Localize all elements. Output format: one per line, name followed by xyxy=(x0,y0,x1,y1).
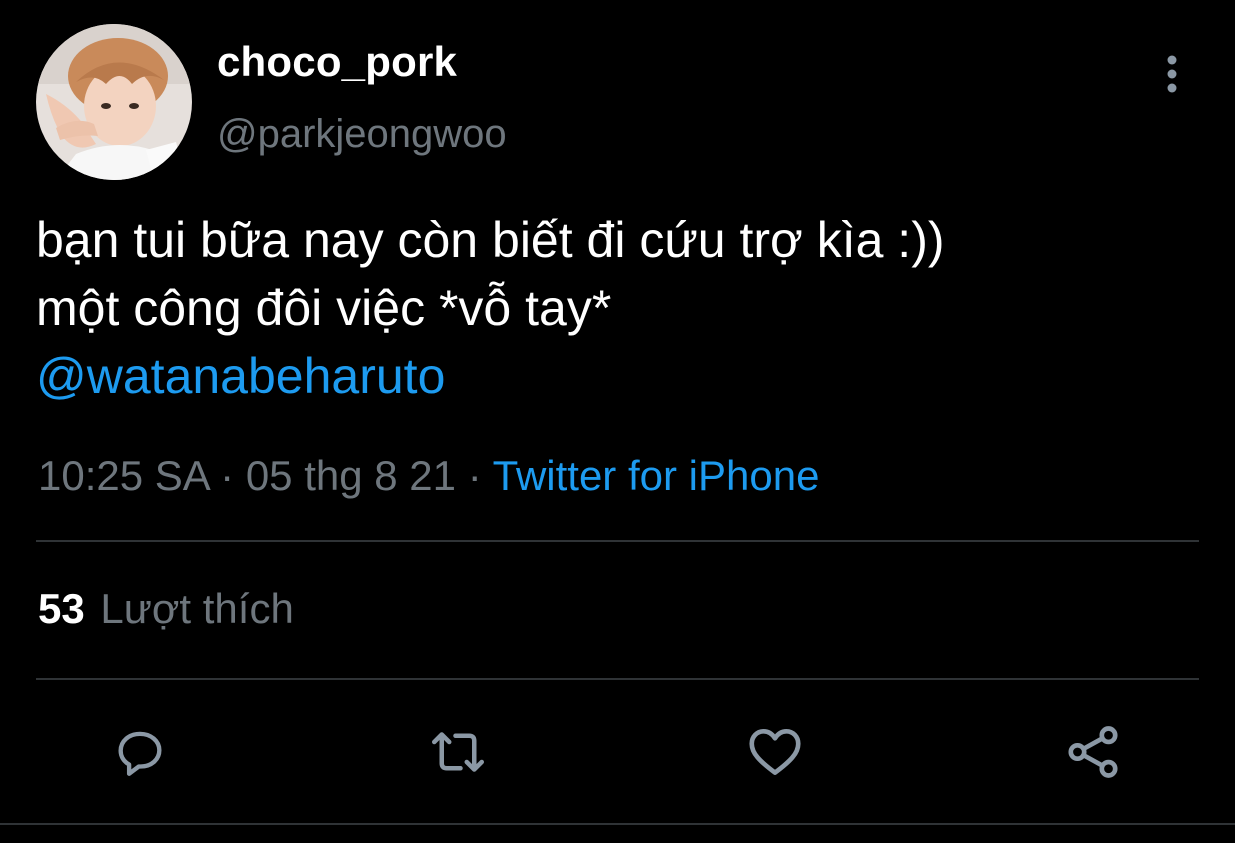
more-options-button[interactable] xyxy=(1150,52,1194,96)
more-vertical-icon xyxy=(1167,55,1177,93)
reply-icon xyxy=(118,731,162,776)
tweet-date[interactable]: 05 thg 8 21 xyxy=(246,452,456,499)
tweet-text-line: bạn tui bữa nay còn biết đi cứu trợ kìa … xyxy=(36,212,945,268)
meta-separator: · xyxy=(467,452,482,499)
retweet-button[interactable] xyxy=(426,720,490,784)
bottom-divider xyxy=(0,823,1235,825)
share-button[interactable] xyxy=(1061,720,1125,784)
likes-count: 53 xyxy=(38,585,85,632)
heart-icon xyxy=(749,729,801,775)
avatar[interactable] xyxy=(36,24,192,180)
tweet-source-link[interactable]: Twitter for iPhone xyxy=(493,452,820,499)
tweet-time[interactable]: 10:25 SA xyxy=(38,452,208,499)
meta-separator: · xyxy=(220,452,235,499)
reply-button[interactable] xyxy=(108,720,172,784)
divider xyxy=(36,540,1199,542)
author-handle[interactable]: @parkjeongwoo xyxy=(217,112,507,157)
likes-label: Lượt thích xyxy=(100,585,294,632)
tweet-metadata: 10:25 SA · 05 thg 8 21 · Twitter for iPh… xyxy=(38,452,819,500)
retweet-icon xyxy=(432,732,484,772)
tweet-text: bạn tui bữa nay còn biết đi cứu trợ kìa … xyxy=(36,206,1196,410)
avatar-photo xyxy=(36,24,192,180)
divider xyxy=(36,678,1199,680)
likes-count-link[interactable]: 53 Lượt thích xyxy=(38,585,294,633)
tweet-text-line: một công đôi việc *vỗ tay* xyxy=(36,280,612,336)
mention-link[interactable]: @watanabeharuto xyxy=(36,342,1196,410)
like-button[interactable] xyxy=(743,720,807,784)
share-icon xyxy=(1068,726,1118,778)
author-display-name[interactable]: choco_pork xyxy=(217,38,457,86)
